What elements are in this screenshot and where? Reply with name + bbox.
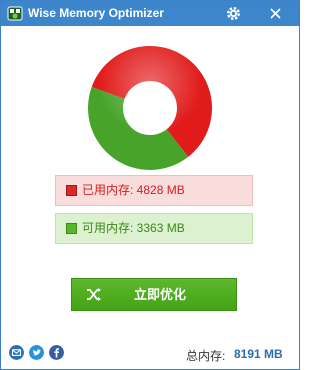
used-memory-box: 已用内存: 4828 MB	[55, 175, 253, 206]
title-bar: Wise Memory Optimizer	[1, 1, 299, 26]
facebook-icon[interactable]	[49, 345, 64, 360]
free-memory-text: 可用内存: 3363 MB	[82, 221, 185, 235]
used-memory-swatch	[66, 185, 77, 196]
app-window: Wise Memory Optimizer 已用内存: 4828 MB 可用内存…	[0, 0, 300, 370]
twitter-icon[interactable]	[29, 345, 44, 360]
optimize-button[interactable]: 立即优化	[71, 278, 237, 311]
gear-icon[interactable]	[225, 5, 242, 22]
close-icon[interactable]	[267, 5, 284, 22]
used-memory-text: 已用内存: 4828 MB	[82, 183, 185, 197]
shuffle-icon	[87, 288, 101, 301]
memory-donut-chart	[87, 46, 212, 170]
total-memory-value: 8191 MB	[234, 347, 283, 361]
email-icon[interactable]	[9, 345, 24, 360]
free-memory-swatch	[66, 223, 77, 234]
total-memory-label: 总内存:	[186, 349, 226, 363]
free-memory-box: 可用内存: 3363 MB	[55, 213, 253, 244]
app-title: Wise Memory Optimizer	[28, 6, 164, 20]
chip-icon	[7, 6, 23, 21]
optimize-button-label: 立即优化	[133, 287, 186, 302]
